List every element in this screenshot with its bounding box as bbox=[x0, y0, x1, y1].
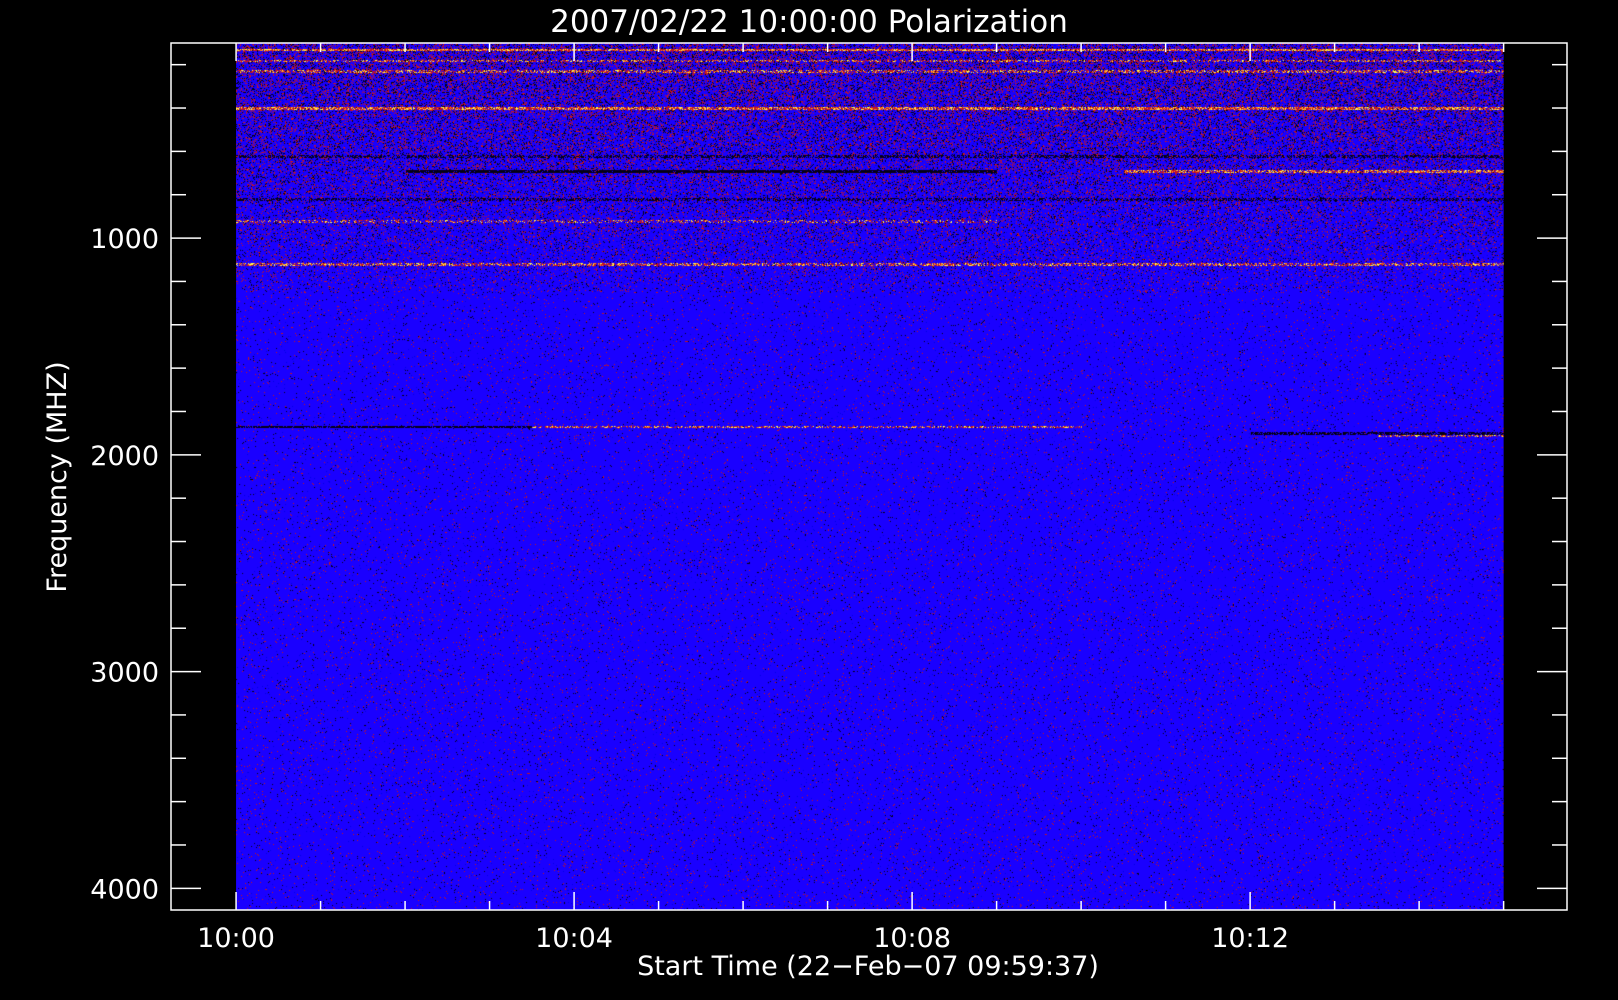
y-axis-label: Frequency (MHZ) bbox=[42, 361, 73, 592]
y-tick-label: 3000 bbox=[90, 658, 159, 689]
y-tick-label: 2000 bbox=[90, 441, 159, 472]
x-tick-label: 10:00 bbox=[197, 923, 275, 954]
y-tick-label: 4000 bbox=[90, 874, 159, 905]
spectrogram-chart: 2007/02/22 10:00:00 Polarization 10:00 10… bbox=[0, 0, 1618, 1000]
polarization-heatmap bbox=[236, 43, 1504, 910]
x-tick-label: 10:04 bbox=[535, 923, 613, 954]
y-tick-label: 1000 bbox=[90, 224, 159, 255]
plot-area bbox=[236, 43, 1504, 910]
x-tick-label: 10:12 bbox=[1211, 923, 1289, 954]
chart-title: 2007/02/22 10:00:00 Polarization bbox=[550, 4, 1068, 40]
x-tick-label: 10:08 bbox=[873, 923, 951, 954]
x-axis-label: Start Time (22−Feb−07 09:59:37) bbox=[637, 951, 1099, 982]
